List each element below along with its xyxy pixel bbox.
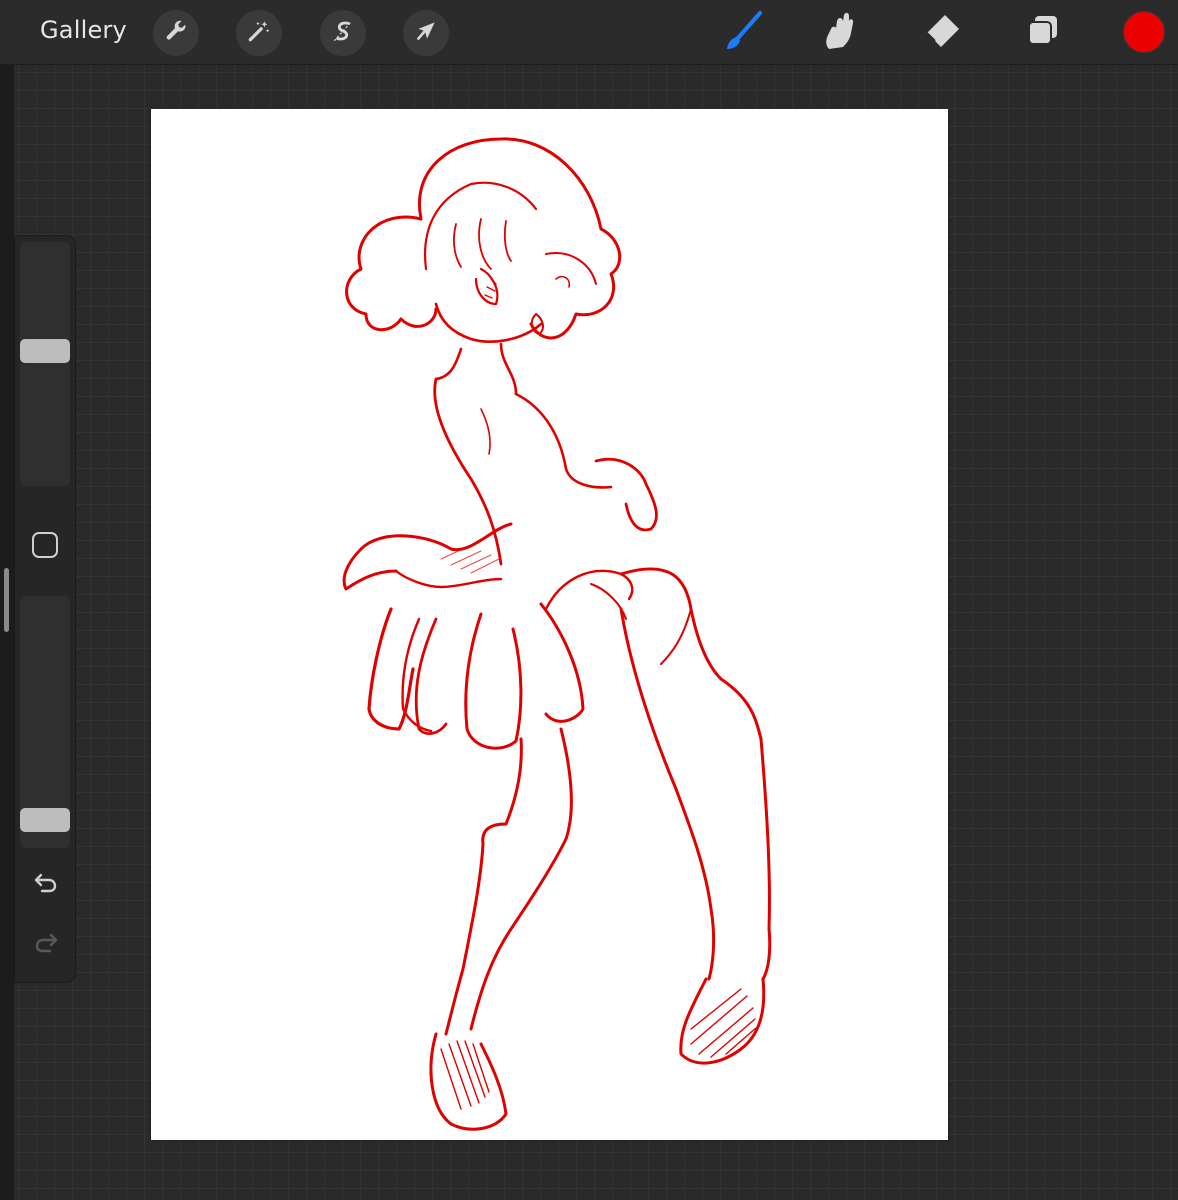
undo-button[interactable] (29, 868, 63, 902)
foot-stroke (679, 977, 766, 1065)
hair-stroke (545, 252, 597, 285)
modify-button[interactable] (32, 532, 58, 558)
finger-stroke (464, 612, 523, 750)
body-stroke (434, 342, 518, 396)
finger-stroke (539, 602, 585, 723)
hand-stroke (359, 522, 513, 552)
leg-stroke (619, 567, 763, 741)
hair-stroke (345, 215, 438, 332)
hand-stroke (342, 547, 398, 591)
magic-wand-icon (246, 18, 272, 48)
leg-stroke (660, 608, 692, 665)
layers-button[interactable] (1020, 10, 1066, 56)
smudge-finger-icon (819, 9, 863, 57)
redo-button[interactable] (29, 928, 63, 962)
arrow-cursor-icon (413, 18, 439, 48)
brush-size-slider[interactable] (20, 242, 70, 486)
leg-stroke (674, 787, 716, 981)
finger-stroke (367, 607, 415, 731)
transform-button[interactable] (403, 10, 449, 56)
layers-icon (1023, 11, 1063, 55)
body-stroke (514, 392, 613, 489)
face-stroke (555, 275, 571, 288)
face-stroke (484, 278, 497, 299)
color-picker-button[interactable] (1123, 11, 1165, 53)
selection-button[interactable] (320, 10, 366, 56)
hatch-stroke (690, 988, 757, 1058)
sketch-figure (342, 137, 772, 1131)
brush-size-thumb[interactable] (20, 338, 70, 363)
brush-opacity-thumb[interactable] (20, 808, 70, 833)
body-stroke (480, 408, 491, 455)
leg-stroke (759, 737, 772, 981)
leg-stroke (619, 607, 678, 791)
undo-arrow-icon (32, 869, 60, 901)
hair-stroke (453, 218, 512, 270)
actions-button[interactable] (153, 10, 199, 56)
foot-stroke (429, 1032, 508, 1131)
hatch-stroke (440, 1040, 490, 1110)
brush-button[interactable] (718, 10, 764, 56)
procreate-app: Gallery (0, 0, 1178, 1200)
sidebar-drag-handle[interactable] (4, 568, 9, 632)
adjustments-button[interactable] (236, 10, 282, 56)
redo-arrow-icon (32, 929, 60, 961)
gallery-button[interactable]: Gallery (40, 16, 127, 44)
smudge-button[interactable] (818, 10, 864, 56)
arm-stroke (594, 457, 658, 532)
face-stroke (434, 302, 543, 343)
finger-stroke (414, 617, 448, 735)
finger-stroke (544, 569, 634, 611)
wrench-icon (163, 18, 189, 48)
brush-sidebar (14, 235, 76, 983)
drawing-canvas[interactable] (151, 109, 948, 1140)
hair-stroke (418, 137, 622, 340)
eraser-button[interactable] (918, 10, 964, 56)
body-stroke (433, 377, 503, 566)
selection-s-icon (330, 18, 356, 48)
hand-stroke (394, 569, 503, 589)
leg-stroke (469, 727, 573, 1031)
top-toolbar: Gallery (0, 0, 1178, 65)
paintbrush-icon (718, 8, 764, 58)
eraser-icon (919, 9, 963, 57)
